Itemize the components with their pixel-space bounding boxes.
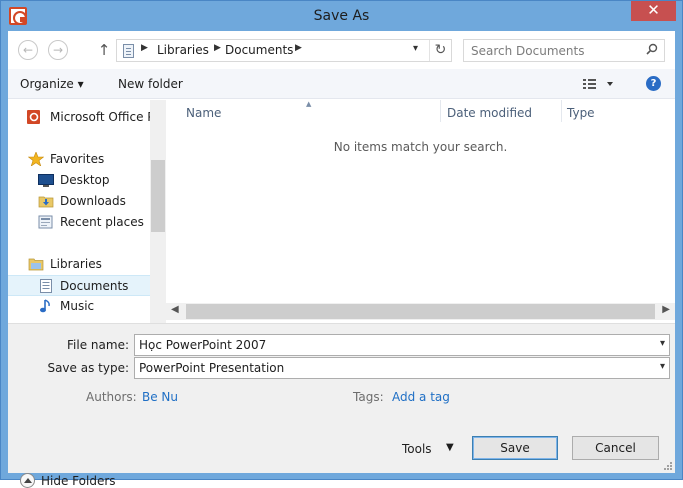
scrollbar-thumb[interactable] xyxy=(151,160,165,232)
sidebar-item-label: Downloads xyxy=(60,194,126,208)
tags-label: Tags: xyxy=(353,390,384,404)
documents-icon xyxy=(40,279,52,293)
new-folder-button[interactable]: New folder xyxy=(118,77,183,91)
downloads-icon xyxy=(38,196,54,208)
sidebar-item-music[interactable]: Music xyxy=(8,296,150,317)
cancel-button[interactable]: Cancel xyxy=(572,436,659,460)
sidebar-item-downloads[interactable]: Downloads xyxy=(8,191,150,212)
sidebar-item-label: Desktop xyxy=(60,173,110,187)
file-name-value[interactable]: Học PowerPoint 2007 xyxy=(139,338,266,352)
navigation-pane: Microsoft Office Po Favorites Desktop xyxy=(8,100,150,323)
column-header-type[interactable]: Type xyxy=(567,106,595,120)
star-icon xyxy=(28,152,44,166)
breadcrumb-documents[interactable]: Documents xyxy=(225,43,293,57)
column-divider[interactable] xyxy=(440,100,441,122)
title-bar[interactable]: Save As ✕ xyxy=(1,1,682,31)
tags-input[interactable]: Add a tag xyxy=(392,390,450,404)
chevron-down-icon[interactable]: ▾ xyxy=(660,361,665,372)
sidebar-item-documents[interactable]: Documents xyxy=(8,275,150,296)
search-placeholder: Search Documents xyxy=(471,44,585,58)
libraries-icon xyxy=(28,258,44,271)
sidebar-item-label: Recent places xyxy=(60,215,144,229)
sidebar-item-favorites[interactable]: Favorites xyxy=(8,149,150,170)
recent-places-icon xyxy=(38,215,53,229)
navigation-pane-scrollbar[interactable] xyxy=(150,100,166,323)
search-input[interactable]: Search Documents xyxy=(463,39,665,62)
sidebar-item-label: Music xyxy=(60,299,95,313)
save-button[interactable]: Save xyxy=(472,436,558,460)
office-icon xyxy=(27,110,40,124)
column-divider[interactable] xyxy=(561,100,562,122)
scrollbar-thumb[interactable] xyxy=(186,304,655,319)
help-icon[interactable]: ? xyxy=(646,76,661,91)
save-as-type-select[interactable]: PowerPoint Presentation ▾ xyxy=(134,357,670,379)
breadcrumb-separator-icon[interactable]: ▶ xyxy=(295,43,302,53)
save-options-panel: File name: Học PowerPoint 2007 ▾ Save as… xyxy=(8,323,675,488)
library-location-icon xyxy=(123,44,134,58)
column-header-name[interactable]: Name xyxy=(186,106,221,120)
breadcrumb-libraries[interactable]: Libraries xyxy=(157,43,209,57)
sidebar-item-recent-places[interactable]: Recent places xyxy=(8,212,150,233)
file-name-label: File name: xyxy=(67,338,129,352)
save-as-type-label: Save as type: xyxy=(47,361,129,375)
sidebar-item-libraries[interactable]: Libraries xyxy=(8,254,150,275)
resize-grip-icon[interactable] xyxy=(663,461,673,471)
dialog-title: Save As xyxy=(313,8,370,24)
collapse-up-icon xyxy=(20,473,35,488)
hide-folders-label: Hide Folders xyxy=(41,474,116,488)
back-button[interactable]: ← xyxy=(18,40,38,60)
breadcrumb-separator-icon[interactable]: ▶ xyxy=(214,43,221,53)
scroll-left-icon[interactable]: ◀ xyxy=(171,304,179,315)
organize-menu-button[interactable]: Organize ▾ xyxy=(20,77,84,91)
refresh-button[interactable]: ↻ xyxy=(429,40,451,61)
sidebar-item-label: Libraries xyxy=(50,257,102,271)
dialog-body: ← → ↑ ▶ Libraries ▶ Documents ▶ ▾ ↻ Sear… xyxy=(8,31,675,488)
sidebar-item-label: Favorites xyxy=(50,152,105,166)
file-name-field[interactable]: Học PowerPoint 2007 ▾ xyxy=(134,334,670,356)
breadcrumb-separator-icon[interactable]: ▶ xyxy=(141,43,148,53)
desktop-icon xyxy=(38,174,54,187)
scroll-right-icon[interactable]: ▶ xyxy=(662,304,670,315)
tools-menu-button[interactable]: Tools xyxy=(402,442,432,456)
empty-list-message: No items match your search. xyxy=(333,140,508,154)
sidebar-item-label: Microsoft Office Po xyxy=(50,110,150,124)
chevron-down-icon[interactable]: ▾ xyxy=(660,338,665,349)
up-button[interactable]: ↑ xyxy=(96,40,112,60)
column-header-date-modified[interactable]: Date modified xyxy=(447,106,532,120)
file-list-horizontal-scrollbar[interactable]: ◀ ▶ xyxy=(166,303,675,320)
save-as-type-value[interactable]: PowerPoint Presentation xyxy=(139,361,284,375)
sort-ascending-icon: ▲ xyxy=(306,100,312,108)
sidebar-item-label: Documents xyxy=(60,279,129,293)
address-bar[interactable]: ▶ Libraries ▶ Documents ▶ ▾ ↻ xyxy=(116,39,452,62)
command-bar: Organize ▾ New folder ? xyxy=(8,69,675,99)
close-button[interactable]: ✕ xyxy=(631,1,676,21)
change-view-icon[interactable] xyxy=(582,76,616,92)
search-icon[interactable] xyxy=(646,43,658,55)
file-list[interactable]: ▲ Name Date modified Type No items match… xyxy=(166,100,675,323)
music-icon xyxy=(40,299,50,313)
save-as-dialog: Save As ✕ ← → ↑ ▶ Libraries ▶ Documents … xyxy=(0,0,683,488)
sidebar-item-microsoft-office[interactable]: Microsoft Office Po xyxy=(8,107,150,128)
sidebar-item-desktop[interactable]: Desktop xyxy=(8,170,150,191)
authors-label: Authors: xyxy=(86,390,137,404)
authors-value[interactable]: Be Nu xyxy=(142,390,178,404)
chevron-down-icon[interactable]: ▼ xyxy=(446,442,454,453)
address-history-dropdown-icon[interactable]: ▾ xyxy=(413,43,418,54)
forward-button[interactable]: → xyxy=(48,40,68,60)
